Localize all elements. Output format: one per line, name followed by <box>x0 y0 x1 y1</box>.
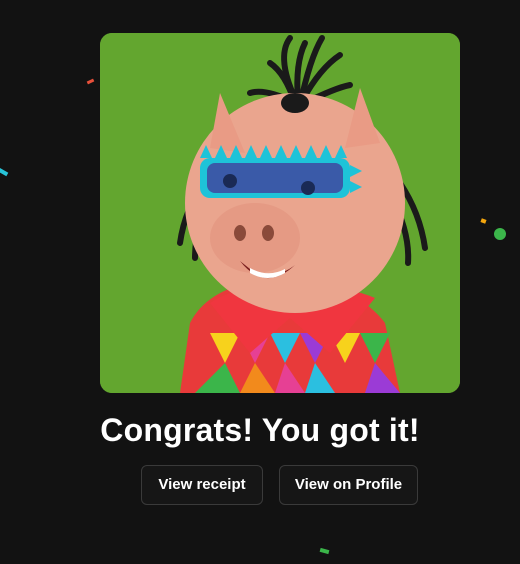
confetti-piece <box>480 218 487 224</box>
confetti-piece <box>319 547 330 555</box>
purchase-success-screen: Congrats! You got it! View receipt View … <box>0 0 520 564</box>
view-on-profile-button[interactable]: View on Profile <box>279 465 418 505</box>
success-title: Congrats! You got it! <box>100 412 420 448</box>
nft-image <box>100 33 460 393</box>
confetti-piece <box>86 78 95 85</box>
view-receipt-button[interactable]: View receipt <box>141 465 263 505</box>
confetti-piece <box>494 228 506 240</box>
confetti-piece <box>0 167 9 177</box>
pig-character-illustration <box>100 33 460 393</box>
